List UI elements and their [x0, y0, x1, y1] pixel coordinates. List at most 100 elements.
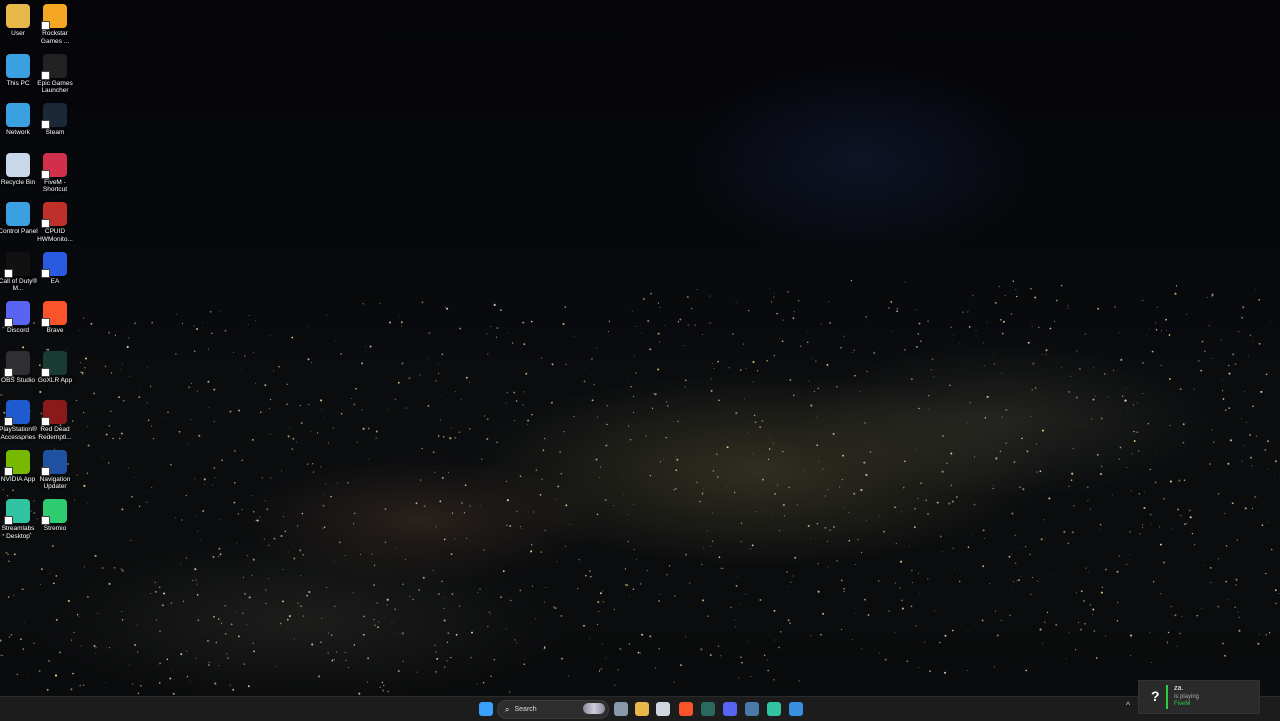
shortcut-arrow-icon	[41, 318, 50, 327]
start-button[interactable]	[479, 702, 493, 716]
shortcut-arrow-icon	[41, 417, 50, 426]
shortcut-arrow-icon	[41, 268, 50, 278]
steam-taskbar-button[interactable]	[745, 702, 759, 716]
goxlr-taskbar-button[interactable]	[701, 702, 715, 716]
brave-icon	[41, 301, 67, 327]
desktop-icon-streamlabs[interactable]: Streamlabs Desktop	[0, 499, 38, 540]
shortcut-arrow-icon	[4, 466, 13, 476]
desktop-icon-label: Rockstar Games ...	[40, 30, 70, 45]
desktop-icon-recycle[interactable]: Recycle Bin	[0, 152, 38, 187]
desktop-icon-label: Network	[6, 129, 30, 136]
desktop-icon-nvidia[interactable]: NVIDIA App	[0, 449, 38, 484]
red-dead-icon	[41, 400, 67, 426]
desktop-icon-this-pc[interactable]: This PC	[0, 53, 38, 88]
toast-status-text: is playing	[1174, 694, 1200, 700]
desktop-icon-label: Epic Games Launcher	[37, 79, 73, 95]
recycle-bin-icon	[6, 152, 30, 177]
desktop-icon-label: Streamlabs Desktop	[1, 525, 35, 540]
desktop-icon-label: Stremio	[43, 525, 67, 532]
desktop-icon-label: Discord	[6, 327, 30, 334]
wallpaper-city-lights	[0, 279, 1280, 695]
desktop-icon-epic[interactable]: Epic Games Launcher	[35, 53, 75, 95]
desktop-icon-stremio[interactable]: Stremio	[35, 499, 75, 533]
desktop-icon-label: Control Panel	[0, 228, 38, 235]
shortcut-arrow-icon	[4, 318, 13, 327]
desktop-icon-label: FiveM - Shortcut	[42, 178, 68, 194]
desktop-icon-fivem[interactable]: FiveM - Shortcut	[35, 152, 75, 194]
desktop-icon-label: GoXLR App	[37, 376, 73, 384]
shortcut-arrow-icon	[41, 70, 50, 80]
shortcut-arrow-icon	[41, 120, 50, 129]
desktop-icon-label: NVIDIA App	[0, 475, 36, 483]
photos-taskbar-button[interactable]	[789, 702, 803, 716]
help-icon: ?	[1151, 688, 1160, 704]
mw-icon	[4, 251, 30, 278]
microsoft-store-button[interactable]	[656, 702, 670, 716]
desktop-icon-label: Navigation Updater	[39, 475, 71, 491]
fivem-icon	[41, 152, 67, 179]
shortcut-arrow-icon	[4, 367, 13, 377]
desktop-icon-label: Call of Duty® M...	[0, 277, 38, 293]
desktop-icon-cod[interactable]: Call of Duty® M...	[0, 251, 38, 293]
desktop-icon-user[interactable]: User	[0, 4, 38, 38]
desktop-icon-label: This PC	[6, 79, 30, 87]
desktop-icon-steam[interactable]: Steam	[35, 103, 75, 137]
desktop-icon-label: PlayStation® Accessories	[0, 426, 37, 441]
shortcut-arrow-icon	[4, 417, 13, 426]
taskview-button[interactable]	[614, 702, 628, 716]
desktop-icon-label: Brave	[46, 327, 64, 334]
desktop-icon-rdr[interactable]: Red Dead Redempti...	[35, 400, 75, 441]
rockstar-icon	[41, 4, 67, 30]
shortcut-arrow-icon	[4, 268, 13, 278]
toast-user-name: za.	[1174, 685, 1184, 692]
goxlr-icon	[41, 350, 67, 377]
shortcut-arrow-icon	[41, 516, 50, 525]
streamlabs-taskbar-button[interactable]	[767, 702, 781, 716]
search-highlight-image	[583, 703, 605, 714]
epic-games-icon	[41, 53, 67, 80]
stremio-icon	[41, 499, 67, 525]
desktop-icon-discord[interactable]: Discord	[0, 301, 38, 335]
network-icon	[6, 103, 30, 127]
search-input[interactable]: ⌕ Search	[497, 700, 609, 719]
shortcut-arrow-icon	[4, 516, 13, 525]
desktop-icon-label: Steam	[45, 129, 65, 136]
brave-taskbar-button[interactable]	[679, 702, 693, 716]
desktop-icon-label: Recycle Bin	[0, 178, 36, 186]
desktop-icon-label: EA	[50, 277, 60, 285]
desktop-icon-cpuid[interactable]: CPUID HWMonito...	[35, 202, 75, 243]
cpuid-icon	[41, 202, 67, 228]
status-bar	[1166, 685, 1168, 709]
desktop-icon-nav[interactable]: Navigation Updater	[35, 449, 75, 491]
ea-icon	[41, 251, 67, 278]
file-explorer-button[interactable]	[635, 702, 649, 716]
desktop-icon-label: CPUID HWMonito...	[37, 228, 73, 243]
discord-taskbar-button[interactable]	[723, 702, 737, 716]
desktop-icon-network[interactable]: Network	[0, 103, 38, 137]
monitor-icon	[6, 53, 30, 78]
taskbar: ⌕ Search	[0, 696, 1280, 721]
playstation-icon	[4, 400, 30, 426]
shortcut-arrow-icon	[41, 466, 50, 476]
navigation-updater-icon	[41, 449, 67, 476]
desktop-icon-brave[interactable]: Brave	[35, 301, 75, 335]
shortcut-arrow-icon	[41, 169, 50, 179]
shortcut-arrow-icon	[41, 367, 50, 377]
steam-icon	[41, 103, 67, 129]
game-activity-toast[interactable]: ? za. is playing FiveM	[1138, 680, 1260, 714]
desktop-icon-control[interactable]: Control Panel	[0, 202, 38, 236]
search-label: Search	[514, 706, 537, 713]
streamlabs-icon	[4, 499, 30, 525]
desktop-icon-ea[interactable]: EA	[35, 251, 75, 286]
shortcut-arrow-icon	[41, 219, 50, 228]
desktop-icon-ps[interactable]: PlayStation® Accessories	[0, 400, 38, 441]
desktop-icon-label: Red Dead Redempti...	[38, 426, 72, 441]
desktop-icon-obs[interactable]: OBS Studio	[0, 350, 38, 385]
desktop-icon-goxlr[interactable]: GoXLR App	[35, 350, 75, 385]
desktop-icon-label: OBS Studio	[1, 376, 35, 384]
search-icon: ⌕	[505, 704, 510, 714]
desktop-icon-rockstar[interactable]: Rockstar Games ...	[35, 4, 75, 45]
nvidia-icon	[4, 449, 30, 476]
tray-overflow-chevron-icon[interactable]: ^	[1126, 700, 1130, 710]
discord-icon	[4, 301, 30, 327]
